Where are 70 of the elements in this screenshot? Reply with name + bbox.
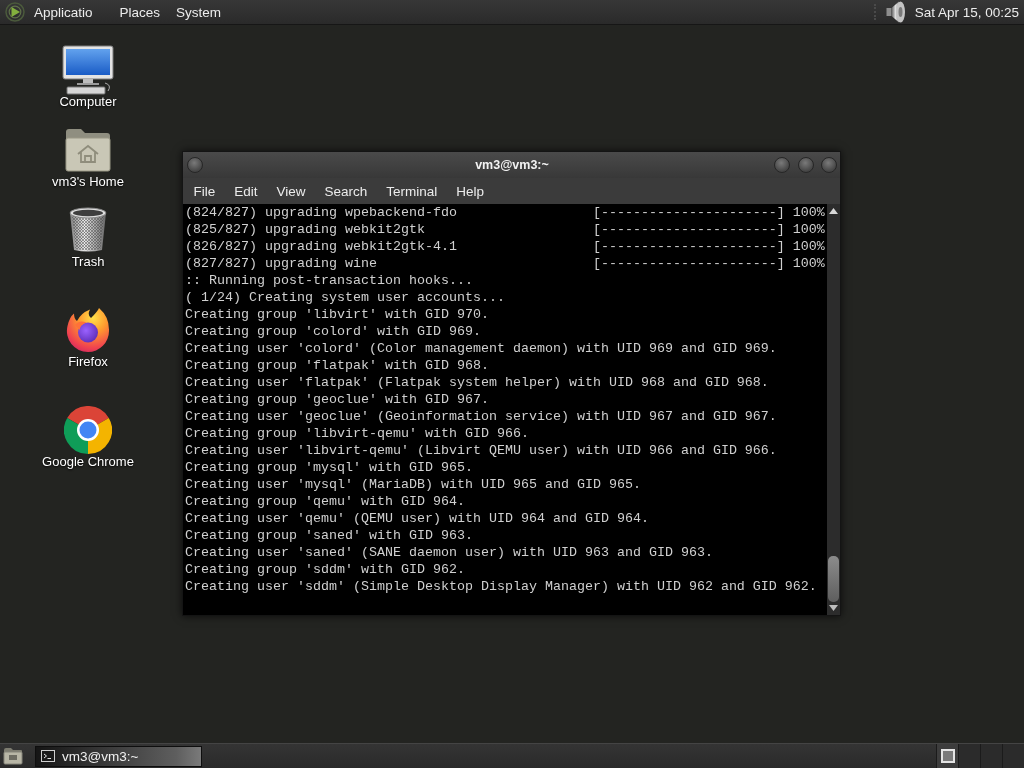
maximize-button[interactable]	[797, 157, 814, 173]
terminal-line: Creating group 'libvirt-qemu' with GID 966.	[185, 426, 529, 441]
terminal-line: Creating group 'geoclue' with GID 967.	[185, 392, 489, 407]
taskbar-button[interactable]: vm3@vm3:~	[35, 745, 202, 767]
panel-menu[interactable]: System	[176, 4, 222, 20]
percent-text: 100%	[792, 238, 825, 255]
play-circle-icon[interactable]	[5, 2, 25, 22]
terminal-icon	[41, 750, 55, 762]
menu-item[interactable]: Terminal	[376, 181, 447, 201]
progress-bar-text: [----------------------]	[592, 204, 785, 221]
menu-item[interactable]: Edit	[224, 181, 268, 201]
terminal-line: :: Running post-transaction hooks...	[185, 273, 473, 288]
desktop-icon-label[interactable]: Google Chrome	[42, 455, 134, 469]
terminal-line: Creating group 'sddm' with GID 962.	[185, 562, 465, 577]
panel-menu[interactable]: Applicatio	[34, 4, 93, 20]
progress-bar-text: [----------------------]	[592, 221, 785, 238]
workspace-cell[interactable]	[958, 744, 980, 768]
trash-can-icon[interactable]	[68, 207, 108, 253]
terminal-line: (825/827) upgrading webkit2gtk	[185, 221, 425, 238]
minimize-button[interactable]	[774, 157, 790, 173]
terminal-line: Creating user 'sddm' (Simple Desktop Display Manager) with UID 962 and GID 962.	[185, 579, 817, 594]
speaker-icon[interactable]	[885, 1, 906, 23]
terminal-line: (824/827) upgrading wpebackend-fdo	[185, 204, 457, 221]
progress-bar-text: [----------------------]	[592, 238, 785, 255]
chrome-icon[interactable]	[64, 406, 112, 454]
terminal-line: (827/827) upgrading wine	[185, 255, 377, 272]
window-title: vm3@vm3:~	[475, 158, 549, 172]
menu-item[interactable]: Search	[315, 181, 377, 201]
terminal-line: Creating group 'flatpak' with GID 968.	[185, 358, 489, 373]
terminal-line: Creating group 'mysql' with GID 965.	[185, 460, 473, 475]
desktop-icon-label[interactable]: Computer	[59, 95, 117, 109]
home-folder-icon[interactable]	[65, 128, 111, 172]
window-thumbnail-icon	[940, 749, 955, 763]
terminal-line: Creating group 'qemu' with GID 964.	[185, 494, 465, 509]
menu-item[interactable]: View	[267, 181, 316, 201]
menu-item[interactable]: File	[184, 181, 225, 201]
terminal-line: Creating group 'saned' with GID 963.	[185, 528, 473, 543]
terminal-line: Creating user 'mysql' (MariaDB) with UID 965 and GID 965.	[185, 477, 641, 492]
terminal-line: (826/827) upgrading webkit2gtk-4.1	[185, 238, 457, 255]
desktop-icon-label[interactable]: vm3's Home	[52, 175, 124, 189]
panel-menu[interactable]: Places	[119, 4, 161, 20]
terminal-line: Creating user 'libvirt-qemu' (Libvirt QEMU user) with UID 966 and GID 966.	[185, 443, 777, 458]
scroll-down-arrow-icon[interactable]	[829, 605, 838, 611]
terminal-line: Creating user 'saned' (SANE daemon user) with UID 963 and GID 963.	[185, 545, 713, 560]
scroll-up-arrow-icon[interactable]	[829, 208, 838, 214]
progress-bar-text: [----------------------]	[592, 255, 785, 272]
terminal-line: Creating user 'colord' (Color management daemon) with UID 969 and GID 969.	[185, 341, 777, 356]
show-desktop-icon[interactable]	[3, 747, 23, 765]
workspace-cell[interactable]	[1002, 744, 1024, 768]
desktop-icon-label[interactable]: Firefox	[68, 355, 108, 369]
terminal-line: Creating group 'libvirt' with GID 970.	[185, 307, 489, 322]
workspace-cell[interactable]	[936, 744, 958, 768]
percent-text: 100%	[792, 204, 825, 221]
desktop-icon-label[interactable]: Trash	[71, 255, 105, 269]
percent-text: 100%	[792, 221, 825, 238]
menu-item[interactable]: Help	[446, 181, 494, 201]
terminal-line: Creating user 'qemu' (QEMU user) with UID 964 and GID 964.	[185, 511, 649, 526]
terminal-line: Creating user 'geoclue' (Geoinformation service) with UID 967 and GID 967.	[185, 409, 777, 424]
terminal-line: ( 1/24) Creating system user accounts...	[185, 290, 505, 305]
clock-text[interactable]: Sat Apr 15, 00:25	[914, 4, 1019, 20]
percent-text: 100%	[792, 255, 825, 272]
workspace-cell[interactable]	[980, 744, 1002, 768]
scrollbar-thumb[interactable]	[828, 556, 839, 602]
terminal-line: Creating user 'flatpak' (Flatpak system helper) with UID 968 and GID 968.	[185, 375, 769, 390]
firefox-icon[interactable]	[65, 307, 111, 353]
scrollbar-track[interactable]	[827, 204, 840, 615]
computer-icon[interactable]	[62, 45, 114, 95]
terminal-line: Creating group 'colord' with GID 969.	[185, 324, 481, 339]
window-menu-button[interactable]	[187, 157, 203, 173]
close-button[interactable]	[821, 157, 837, 173]
